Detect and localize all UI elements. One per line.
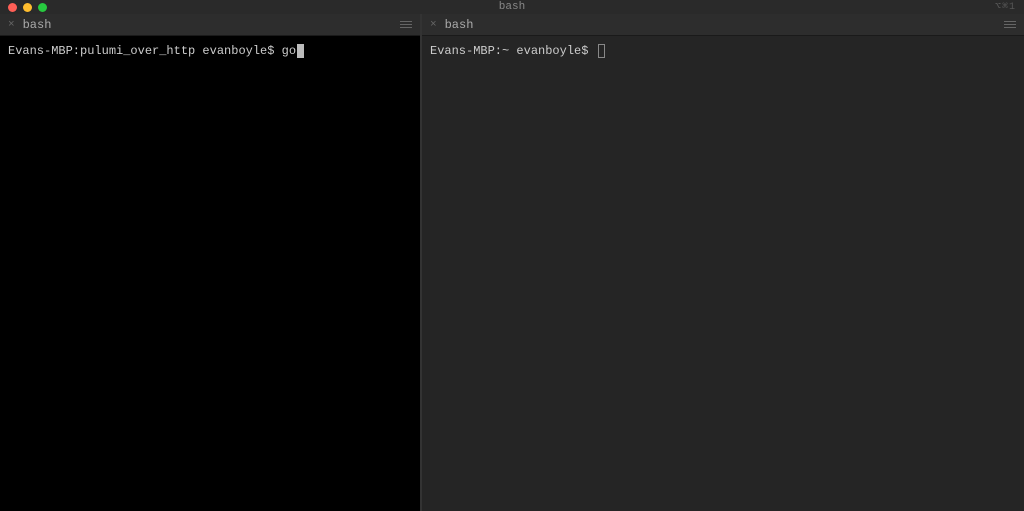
terminal-pane-left[interactable]: × bash Evans-MBP:pulumi_over_http evanbo…	[0, 14, 420, 511]
close-tab-icon[interactable]: ×	[8, 19, 15, 31]
hamburger-icon[interactable]	[400, 21, 412, 28]
hamburger-icon[interactable]	[1004, 21, 1016, 28]
prompt-text: Evans-MBP:pulumi_over_http evanboyle$	[8, 42, 282, 60]
terminal-body-right[interactable]: Evans-MBP:~ evanboyle$	[422, 36, 1024, 511]
traffic-lights	[8, 3, 47, 12]
tabbar-right: × bash	[422, 14, 1024, 36]
maximize-window-button[interactable]	[38, 3, 47, 12]
prompt-text: Evans-MBP:~ evanboyle$	[430, 42, 596, 60]
tab-label[interactable]: bash	[445, 18, 474, 32]
close-tab-icon[interactable]: ×	[430, 19, 437, 31]
prompt-line: Evans-MBP:~ evanboyle$	[430, 42, 1016, 60]
cursor-icon	[297, 44, 304, 58]
minimize-window-button[interactable]	[23, 3, 32, 12]
terminal-pane-right[interactable]: × bash Evans-MBP:~ evanboyle$	[422, 14, 1024, 511]
terminal-body-left[interactable]: Evans-MBP:pulumi_over_http evanboyle$ go	[0, 36, 420, 511]
titlebar-indicator: ⌥⌘1	[995, 1, 1016, 13]
window-title: bash	[499, 1, 525, 13]
cursor-icon	[598, 44, 605, 58]
typed-command: go	[282, 42, 296, 60]
split-panes: × bash Evans-MBP:pulumi_over_http evanbo…	[0, 14, 1024, 511]
tab-label[interactable]: bash	[23, 18, 52, 32]
window-titlebar: bash ⌥⌘1	[0, 0, 1024, 14]
close-window-button[interactable]	[8, 3, 17, 12]
prompt-line: Evans-MBP:pulumi_over_http evanboyle$ go	[8, 42, 412, 60]
tabbar-left: × bash	[0, 14, 420, 36]
